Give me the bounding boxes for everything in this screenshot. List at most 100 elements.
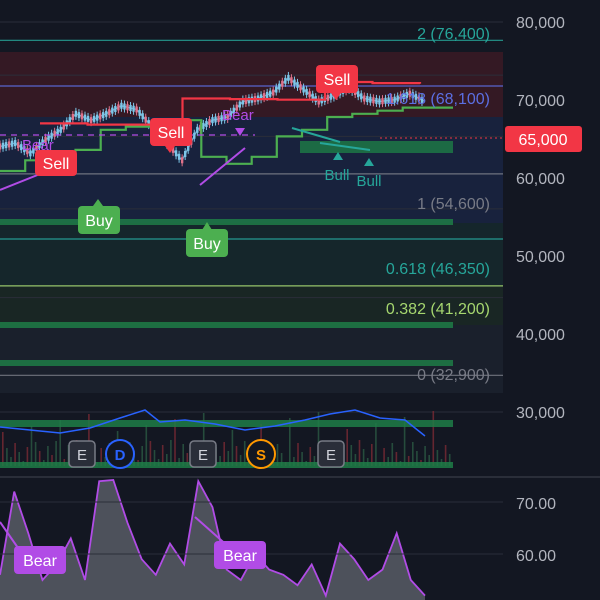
osc-bear-label-2: Bear — [214, 541, 266, 569]
candle-body — [7, 141, 11, 148]
candle-body — [141, 113, 144, 120]
candle-body — [86, 115, 90, 122]
price-tick-50000: 50,000 — [516, 249, 565, 266]
candle-body — [302, 86, 305, 93]
volume-bar — [2, 432, 4, 466]
event-earnings-3-label: E — [326, 447, 336, 464]
current-price-label: 65,000 — [519, 132, 568, 149]
candle-body — [144, 116, 147, 123]
event-marker-earnings-1[interactable]: E — [68, 440, 96, 468]
support-band-2 — [0, 322, 453, 328]
candle-body — [123, 103, 126, 110]
bull-label-2: Bull — [356, 173, 381, 190]
candle-body — [80, 113, 84, 120]
candle-body — [296, 81, 299, 88]
sell-signal-2-label: Sell — [158, 125, 185, 142]
candle-body — [208, 119, 211, 126]
volume-bar — [375, 423, 377, 466]
candle-body — [205, 120, 208, 127]
price-tick-70000: 70,000 — [516, 93, 565, 110]
event-marker-earnings-2[interactable]: E — [189, 440, 217, 468]
candle-body — [202, 122, 205, 129]
bear-label-price-2: Bear — [222, 107, 254, 124]
candle-body — [138, 109, 141, 116]
candle-body — [177, 153, 181, 160]
price-tick-30000: 30,000 — [516, 405, 565, 422]
candle-body — [375, 97, 378, 104]
candle-body — [357, 91, 360, 98]
candle-body — [13, 140, 17, 147]
osc-bear-label-1-text: Bear — [23, 553, 57, 570]
candle-body — [275, 86, 278, 93]
buy-signal-1-label: Buy — [85, 213, 113, 230]
candle-body — [378, 98, 381, 105]
candle-body — [293, 79, 296, 86]
price-tick-80000: 80,000 — [516, 15, 565, 32]
candle-body — [272, 89, 275, 96]
sell-signal-1-label: Sell — [43, 156, 70, 173]
candle-body — [74, 110, 78, 117]
osc-bear-label-2-text: Bear — [223, 548, 257, 565]
candle-body — [98, 113, 102, 120]
candle-body — [360, 93, 363, 100]
trading-chart[interactable]: Sell Buy Sell Buy Sell Bear Bear Bull Bu… — [0, 0, 600, 600]
bear-label-price-1: Bear — [22, 137, 54, 154]
candle-body — [71, 113, 75, 120]
candle-body — [83, 114, 87, 121]
fib-label-1: 1 (54,600) — [417, 196, 490, 213]
candle-body — [59, 126, 62, 133]
fib-label-0382: 0.382 (41,200) — [386, 301, 490, 318]
candle-body — [268, 90, 272, 97]
osc-tick-60: 60.00 — [516, 548, 556, 565]
candle-body — [10, 140, 14, 147]
sell-signal-3-label: Sell — [324, 72, 351, 89]
candle-body — [105, 110, 108, 117]
event-marker-dividend[interactable]: D — [105, 439, 135, 469]
candle-body — [77, 112, 81, 119]
volume-bar — [30, 426, 33, 466]
candle-body — [369, 96, 372, 103]
candle-body — [111, 107, 114, 114]
candle-body — [326, 94, 330, 101]
candle-body — [102, 112, 105, 119]
chart-screen: Sell Buy Sell Buy Sell Bear Bear Bull Bu… — [0, 0, 600, 600]
osc-bear-label-1: Bear — [14, 546, 66, 574]
candle-body — [4, 142, 8, 149]
candle-body — [126, 104, 129, 111]
candle-body — [265, 91, 269, 98]
event-marker-split[interactable]: S — [246, 439, 276, 469]
candle-body — [135, 106, 138, 113]
fib-label-0: 0 (32,900) — [417, 367, 490, 384]
fib-label-0618: 0.618 (46,350) — [386, 261, 490, 278]
candle-body — [56, 128, 59, 135]
volume-bar — [346, 429, 348, 466]
candle-body — [217, 115, 220, 122]
event-marker-earnings-3[interactable]: E — [317, 440, 345, 468]
candle-body — [1, 142, 5, 149]
candle-body — [299, 84, 302, 91]
osc-tick-70: 70.00 — [516, 496, 556, 513]
candle-body — [284, 77, 287, 84]
candle-body — [92, 115, 96, 122]
candle-body — [308, 91, 311, 98]
candle-body — [329, 93, 333, 100]
buy-signal-2-label: Buy — [193, 236, 221, 253]
candle-body — [114, 105, 117, 112]
bull-label-1: Bull — [324, 167, 349, 184]
candle-body — [183, 151, 187, 158]
volume-bar — [231, 430, 234, 466]
candle-body — [278, 83, 281, 90]
candle-body — [305, 88, 308, 95]
candle-body — [211, 117, 214, 124]
candle-body — [193, 132, 196, 139]
fib-label-2: 2 (76,400) — [417, 26, 490, 43]
event-earnings-1-label: E — [77, 447, 87, 464]
fib-label-1618: 1.618 (68,100) — [386, 91, 490, 108]
candle-body — [68, 117, 72, 124]
candle-body — [180, 157, 184, 164]
candle-body — [108, 109, 111, 116]
candle-body — [129, 105, 132, 112]
support-band-3 — [0, 360, 453, 366]
candle-body — [363, 95, 366, 102]
candle-body — [290, 77, 293, 84]
